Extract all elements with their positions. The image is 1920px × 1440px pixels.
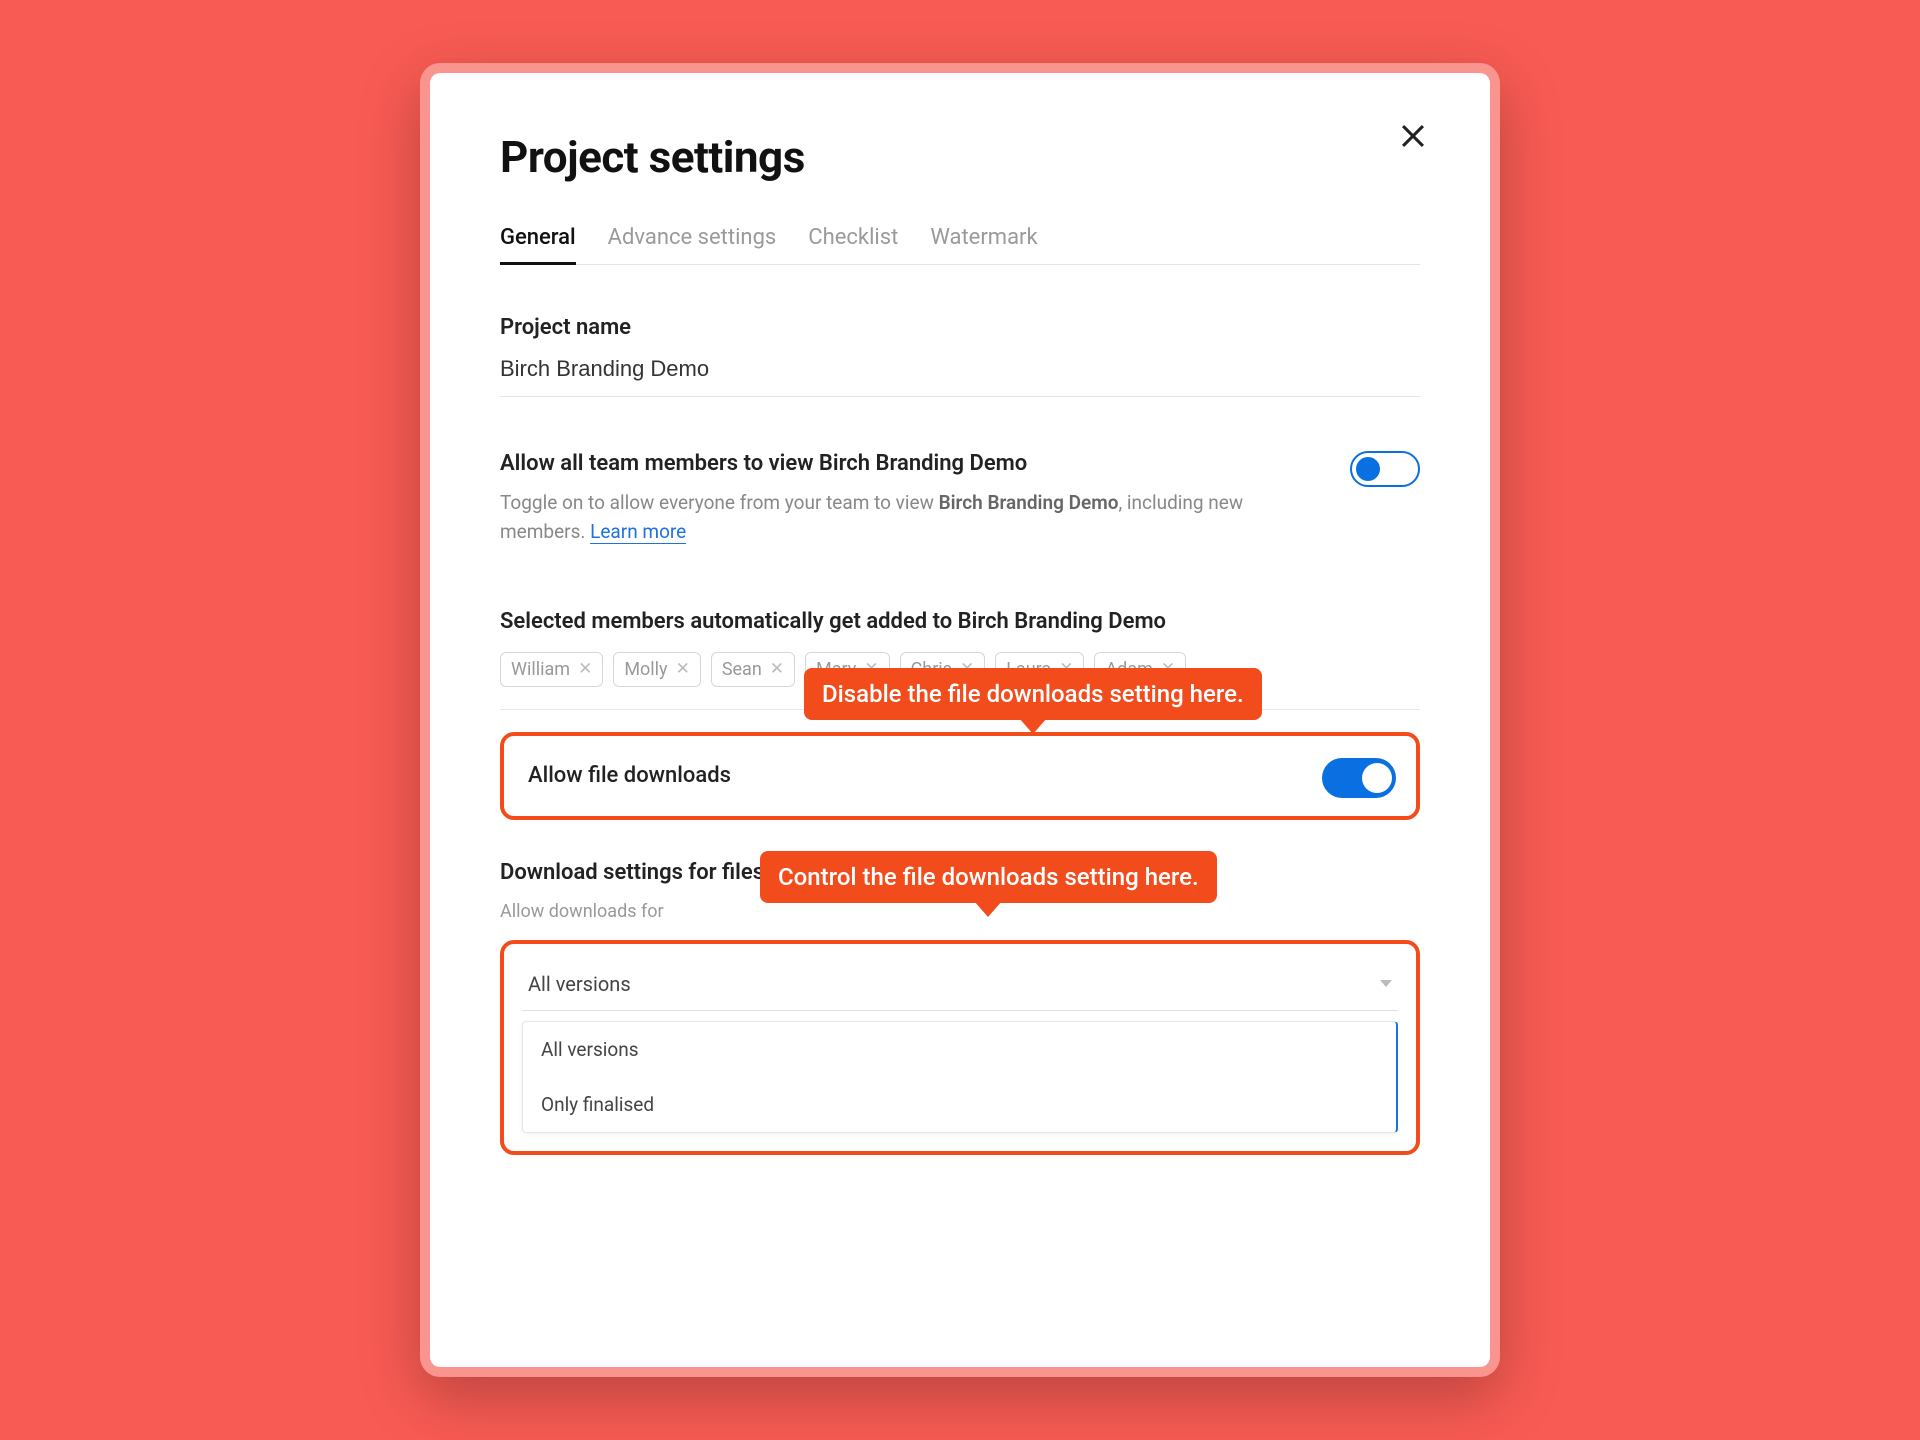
chip-remove-icon[interactable]: ✕ (676, 659, 690, 679)
member-chip: Sean ✕ (711, 652, 795, 687)
modal-backdrop: Project settings General Advance setting… (420, 63, 1500, 1377)
member-chip: Molly ✕ (613, 652, 701, 687)
close-icon (1396, 119, 1430, 153)
chip-remove-icon[interactable]: ✕ (770, 659, 784, 679)
tab-checklist[interactable]: Checklist (808, 225, 898, 264)
chip-label: Molly (624, 659, 667, 680)
download-sub-label: Allow downloads for (500, 901, 1420, 922)
chip-label: William (511, 659, 570, 680)
learn-more-link[interactable]: Learn more (590, 520, 686, 544)
tabs: General Advance settings Checklist Water… (500, 225, 1420, 265)
callout-disable-downloads: Disable the file downloads setting here. (804, 668, 1262, 720)
allow-view-help-prefix: Toggle on to allow everyone from your te… (500, 491, 939, 514)
dropdown-option[interactable]: All versions (523, 1022, 1396, 1077)
download-version-select[interactable]: All versions (522, 962, 1398, 1011)
dropdown-option[interactable]: Only finalised (523, 1077, 1396, 1132)
chevron-down-icon (1380, 980, 1392, 987)
tab-advance-settings[interactable]: Advance settings (608, 225, 777, 264)
allow-view-row: Allow all team members to view Birch Bra… (500, 451, 1420, 547)
download-version-dropdown: All versions Only finalised (522, 1021, 1398, 1133)
chip-label: Sean (722, 659, 762, 680)
highlight-download-select: All versions All versions Only finalised (500, 940, 1420, 1155)
highlight-allow-downloads: Disable the file downloads setting here.… (500, 732, 1420, 820)
callout-control-downloads: Control the file downloads setting here. (760, 851, 1217, 903)
members-label: Selected members automatically get added… (500, 609, 1420, 634)
project-name-input[interactable] (500, 340, 1420, 397)
allow-downloads-toggle[interactable] (1322, 758, 1392, 794)
modal-title: Project settings (500, 131, 1420, 183)
close-button[interactable] (1396, 119, 1430, 153)
chip-remove-icon[interactable]: ✕ (578, 659, 592, 679)
allow-view-help-bold: Birch Branding Demo (939, 491, 1119, 514)
project-name-label: Project name (500, 315, 1420, 340)
project-settings-modal: Project settings General Advance setting… (430, 73, 1490, 1367)
tab-watermark[interactable]: Watermark (930, 225, 1037, 264)
tab-general[interactable]: General (500, 225, 576, 264)
allow-view-label: Allow all team members to view Birch Bra… (500, 451, 1220, 476)
allow-view-toggle[interactable] (1350, 451, 1420, 487)
allow-view-help: Toggle on to allow everyone from your te… (500, 488, 1280, 547)
allow-downloads-label: Allow file downloads (528, 763, 731, 788)
select-value: All versions (528, 972, 631, 996)
member-chip: William ✕ (500, 652, 603, 687)
